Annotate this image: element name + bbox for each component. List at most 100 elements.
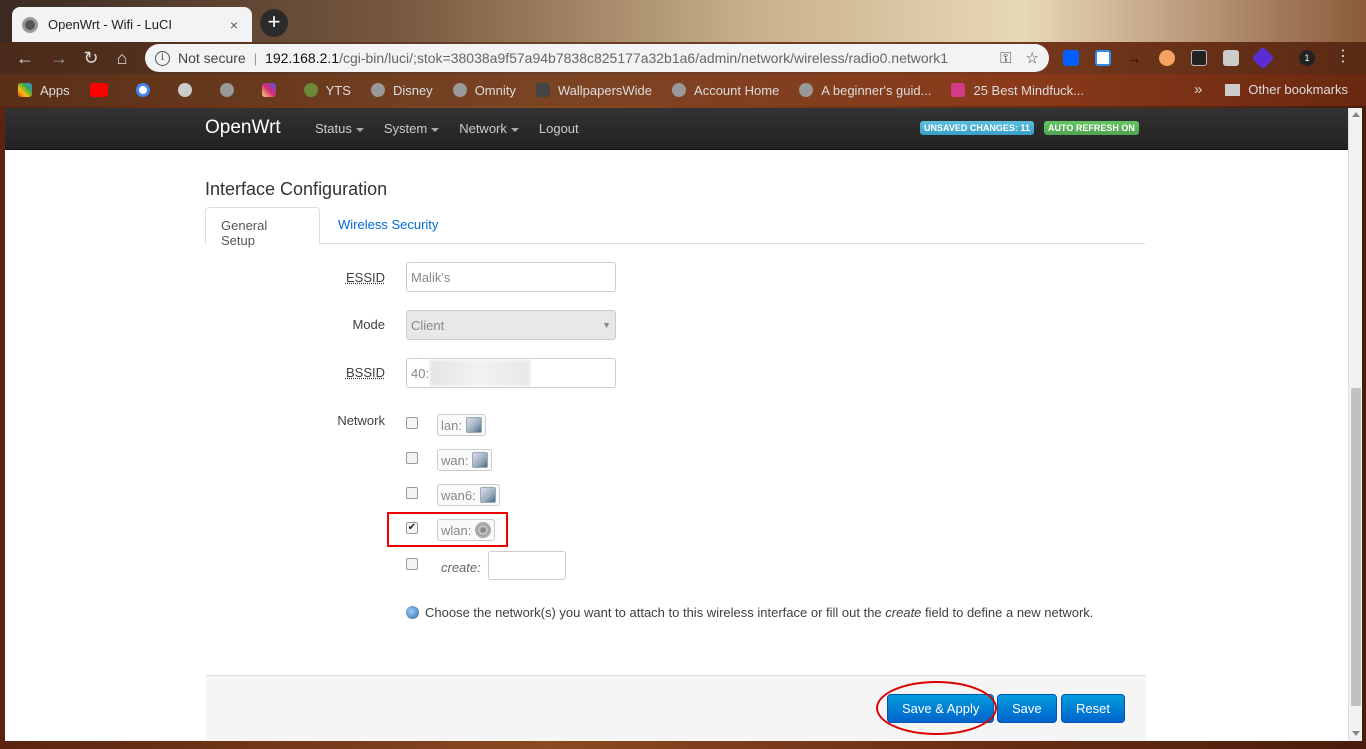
- bookmark-label: Omnity: [474, 82, 516, 98]
- help-text-content: Choose the network(s) you want to attach…: [425, 605, 1093, 620]
- forward-icon[interactable]: →: [48, 47, 70, 69]
- brand-logo[interactable]: OpenWrt: [205, 117, 281, 139]
- network-checkbox-wan6[interactable]: [406, 487, 418, 499]
- yts-icon: [303, 83, 318, 97]
- folder-icon: [1225, 83, 1241, 96]
- apps-grid-icon: [18, 83, 32, 97]
- r-site-icon: [951, 83, 966, 97]
- bookmark-mindfuck[interactable]: 25 Best Mindfuck...: [951, 83, 1084, 98]
- chevron-down-icon: [431, 127, 440, 132]
- monitor-extension-icon[interactable]: [1191, 50, 1207, 66]
- network-badge-wan6: wan6:: [437, 484, 500, 506]
- new-tab-button[interactable]: +: [260, 9, 288, 37]
- menu-status[interactable]: Status: [315, 121, 364, 136]
- reset-button[interactable]: Reset: [1061, 694, 1125, 723]
- dropbox-icon[interactable]: [1063, 50, 1079, 66]
- menu-label: System: [383, 121, 428, 136]
- text-extension-icon[interactable]: [1223, 50, 1239, 66]
- dropdown-arrow-icon: ▼: [602, 320, 611, 330]
- mode-select[interactable]: Client ▼: [406, 310, 616, 340]
- reload-icon[interactable]: ↻: [80, 47, 102, 69]
- scroll-down-icon[interactable]: [1352, 731, 1360, 736]
- annotation-oval: [876, 681, 997, 735]
- address-bar[interactable]: i Not secure | 192.168.2.1 /cgi-bin/luci…: [145, 44, 1049, 72]
- chevron-down-icon: [355, 127, 364, 132]
- essid-field[interactable]: Malik's: [406, 262, 616, 292]
- key-icon[interactable]: ⚿: [1000, 50, 1011, 67]
- bookmark-yts[interactable]: YTS: [303, 82, 351, 98]
- tab-general-setup[interactable]: General Setup: [205, 207, 320, 248]
- bookmark-youtube[interactable]: [89, 83, 116, 97]
- tab-wireless-security[interactable]: Wireless Security: [323, 207, 453, 244]
- bssid-label: BSSID: [345, 365, 385, 380]
- create-network-input[interactable]: [488, 551, 566, 580]
- color-extension-icon[interactable]: [1159, 50, 1175, 66]
- scroll-up-icon[interactable]: [1352, 112, 1360, 117]
- profile-avatar[interactable]: 1: [1299, 50, 1315, 66]
- bookmark-apps[interactable]: Apps: [18, 83, 70, 98]
- bookmark-label: YTS: [325, 82, 351, 98]
- bookmark-label: Disney: [392, 82, 433, 98]
- mode-label: Mode: [352, 317, 385, 332]
- bookmark-omnity[interactable]: Omnity: [452, 82, 516, 98]
- bookmark-instagram[interactable]: [261, 83, 284, 97]
- url-separator: |: [253, 50, 258, 66]
- help-text: Choose the network(s) you want to attach…: [406, 605, 1093, 620]
- bookmarks-overflow-icon[interactable]: »: [1194, 81, 1202, 98]
- star-icon[interactable]: ☆: [1026, 49, 1039, 67]
- essid-value: Malik's: [411, 269, 451, 285]
- network-label: Network: [337, 413, 385, 428]
- bookmark-disney[interactable]: Disney: [370, 82, 433, 98]
- back-icon[interactable]: ←: [14, 47, 36, 69]
- help-text-part: field to define a new network.: [921, 605, 1094, 620]
- luci-page: OpenWrt Status System Network Logout UNS…: [5, 108, 1348, 741]
- bookmark-label: A beginner's guid...: [821, 82, 932, 98]
- arrow-extension-icon[interactable]: →: [1127, 50, 1143, 66]
- bookmark-apple[interactable]: [177, 83, 200, 97]
- browser-tabstrip: OpenWrt - Wifi - LuCI × +: [0, 0, 1366, 42]
- help-text-part: Choose the network(s) you want to attach…: [425, 605, 886, 620]
- tab-close-icon[interactable]: ×: [226, 17, 242, 33]
- bookmark-beginners-guide[interactable]: A beginner's guid...: [799, 83, 931, 98]
- bookmark-account-home[interactable]: Account Home: [672, 83, 779, 98]
- browser-tab[interactable]: OpenWrt - Wifi - LuCI ×: [12, 7, 252, 42]
- other-bookmarks-label: Other bookmarks: [1248, 82, 1348, 97]
- menu-kebab-icon[interactable]: ⋮: [1335, 49, 1351, 66]
- bookmark-label: Apps: [40, 82, 70, 98]
- bookmark-label: Account Home: [694, 82, 780, 98]
- page-title: Interface Configuration: [205, 179, 388, 199]
- page-scrollbar[interactable]: [1348, 108, 1362, 741]
- menu-network[interactable]: Network: [459, 121, 519, 136]
- network-checkbox-create[interactable]: [406, 558, 418, 570]
- instagram-icon: [261, 83, 276, 97]
- network-checkbox-lan[interactable]: [406, 417, 418, 429]
- unsaved-changes-badge[interactable]: UNSAVED CHANGES: 11: [920, 121, 1034, 135]
- cloud-extension-icon[interactable]: [1095, 50, 1111, 66]
- home-icon[interactable]: ⌂: [111, 47, 133, 69]
- mode-value: Client: [411, 317, 445, 333]
- annotation-highlight-box: [387, 512, 508, 547]
- ethernet-icon: [472, 452, 489, 468]
- diamond-extension-icon[interactable]: [1251, 46, 1275, 70]
- bookmark-wallpaperswide[interactable]: WallpapersWide: [535, 82, 653, 98]
- save-button[interactable]: Save: [997, 694, 1057, 723]
- network-checkbox-wan[interactable]: [406, 452, 418, 464]
- auto-refresh-badge[interactable]: AUTO REFRESH ON: [1044, 121, 1139, 135]
- globe-icon: [452, 83, 467, 97]
- menu-logout[interactable]: Logout: [539, 121, 579, 136]
- network-name: wan:: [441, 452, 469, 468]
- form-actions: Save & Apply Save Reset: [206, 675, 1146, 741]
- menu-system[interactable]: System: [383, 121, 440, 136]
- info-icon[interactable]: i: [155, 50, 170, 66]
- scrollbar-thumb[interactable]: [1351, 388, 1361, 706]
- menu-label: Network: [459, 121, 507, 136]
- network-name: wan6:: [441, 487, 476, 503]
- chevron-down-icon: [510, 127, 519, 132]
- globe-icon: [799, 83, 814, 97]
- other-bookmarks[interactable]: Other bookmarks: [1225, 82, 1348, 97]
- bssid-field[interactable]: 40:: [406, 358, 616, 388]
- config-tabs: General Setup Wireless Security: [205, 207, 1145, 248]
- bookmark-google[interactable]: [135, 83, 158, 97]
- bookmark-globe[interactable]: [219, 83, 242, 97]
- bookmark-label: WallpapersWide: [557, 82, 653, 98]
